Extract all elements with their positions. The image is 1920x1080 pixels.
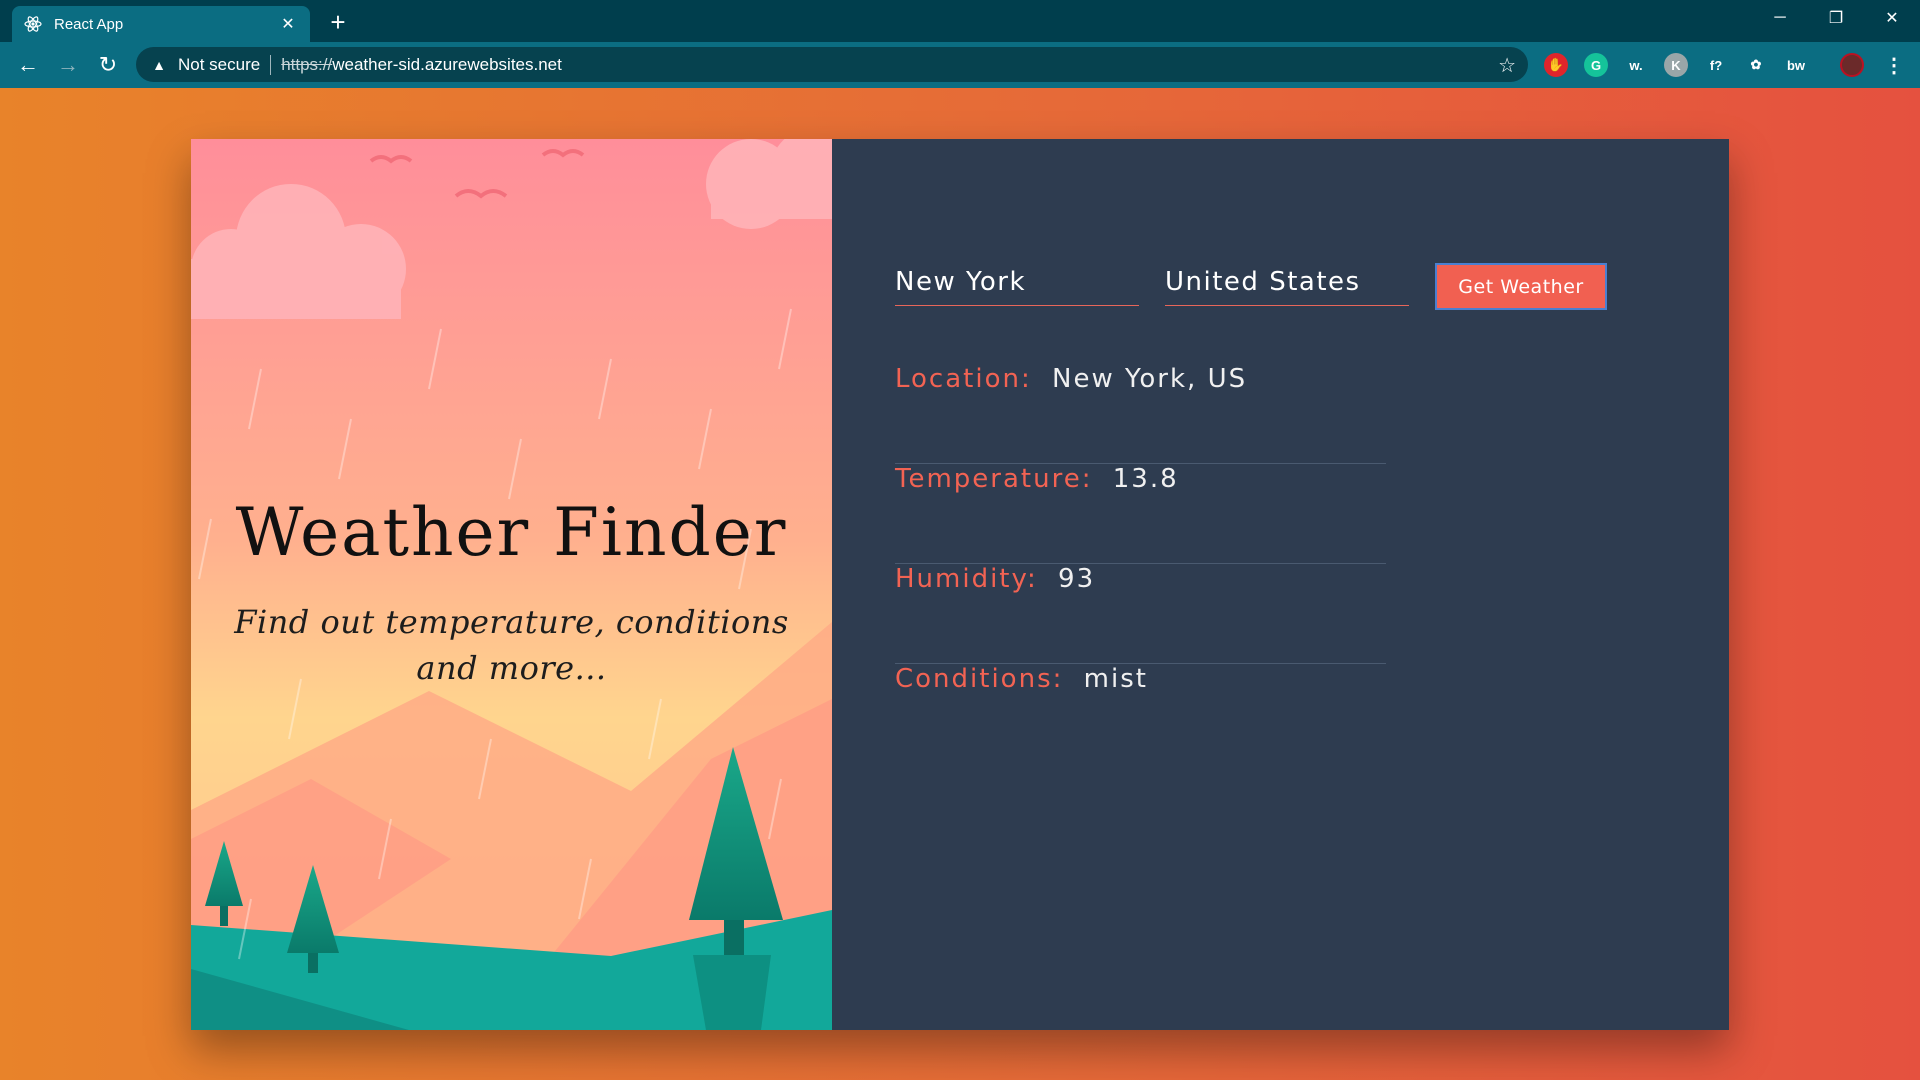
weather-card: Weather Finder Find out temperature, con… bbox=[191, 139, 1729, 1030]
cloud-icon bbox=[706, 139, 832, 229]
location-row: Location: New York, US bbox=[895, 364, 1386, 464]
react-logo-icon bbox=[24, 15, 42, 33]
extension-k-icon[interactable]: K bbox=[1664, 53, 1688, 77]
conditions-label: Conditions: bbox=[895, 664, 1064, 694]
back-arrow-icon[interactable]: ← bbox=[12, 49, 44, 81]
hero-text: Weather Finder Find out temperature, con… bbox=[191, 494, 832, 691]
wordtune-icon[interactable]: w. bbox=[1624, 53, 1648, 77]
temperature-row: Temperature: 13.8 bbox=[895, 464, 1386, 564]
form-panel: Get Weather Location: New York, US Tempe… bbox=[832, 139, 1729, 1030]
bw-icon[interactable]: bw bbox=[1784, 53, 1808, 77]
location-label: Location: bbox=[895, 364, 1032, 394]
avatar[interactable] bbox=[1840, 53, 1864, 77]
close-tab-icon[interactable]: ✕ bbox=[278, 14, 298, 34]
page-background: Weather Finder Find out temperature, con… bbox=[0, 88, 1920, 1080]
temperature-value: 13.8 bbox=[1112, 464, 1179, 494]
page-subtitle: Find out temperature, conditions and mor… bbox=[234, 603, 789, 687]
conditions-value: mist bbox=[1083, 664, 1148, 694]
temperature-label: Temperature: bbox=[895, 464, 1093, 494]
new-tab-icon[interactable]: + bbox=[324, 7, 352, 37]
minimize-icon[interactable]: ─ bbox=[1752, 0, 1808, 36]
tab-title: React App bbox=[54, 15, 124, 33]
forward-arrow-icon[interactable]: → bbox=[52, 49, 84, 81]
bookmark-star-icon[interactable]: ☆ bbox=[1498, 53, 1516, 78]
divider bbox=[270, 54, 272, 75]
close-window-icon[interactable]: ✕ bbox=[1864, 0, 1920, 36]
warning-icon: ▲ bbox=[152, 56, 166, 73]
reload-icon[interactable]: ↻ bbox=[92, 49, 124, 81]
city-input[interactable] bbox=[895, 260, 1139, 304]
humidity-row: Humidity: 93 bbox=[895, 564, 1386, 664]
country-field bbox=[1165, 260, 1409, 306]
url-text: https://weather-sid.azurewebsites.net bbox=[281, 54, 562, 74]
humidity-value: 93 bbox=[1058, 564, 1096, 594]
restore-icon[interactable]: ❐ bbox=[1808, 0, 1864, 36]
adblock-icon[interactable]: ✋ bbox=[1544, 53, 1568, 77]
security-status: Not secure bbox=[178, 54, 261, 74]
get-weather-button[interactable]: Get Weather bbox=[1435, 263, 1607, 310]
browser-tabbar: React App ✕ + ─ ❐ ✕ bbox=[0, 0, 1920, 42]
country-input[interactable] bbox=[1165, 260, 1409, 304]
hero-panel: Weather Finder Find out temperature, con… bbox=[191, 139, 832, 1030]
address-bar[interactable]: ▲ Not secure https://weather-sid.azurewe… bbox=[136, 47, 1528, 82]
function-icon[interactable]: f? bbox=[1704, 53, 1728, 77]
humidity-label: Humidity: bbox=[895, 564, 1038, 594]
color-picker-icon[interactable]: ✿ bbox=[1744, 53, 1768, 77]
menu-kebab-icon[interactable]: ⋮ bbox=[1882, 53, 1906, 77]
location-value: New York, US bbox=[1052, 364, 1248, 394]
window-controls: ─ ❐ ✕ bbox=[1752, 0, 1920, 36]
browser-toolbar: ← → ↻ ▲ Not secure https://weather-sid.a… bbox=[0, 42, 1920, 88]
conditions-row: Conditions: mist bbox=[895, 664, 1386, 764]
page-title: Weather Finder bbox=[235, 494, 788, 571]
browser-tab[interactable]: React App ✕ bbox=[12, 6, 310, 42]
grammarly-icon[interactable]: G bbox=[1584, 53, 1608, 77]
city-field bbox=[895, 260, 1139, 306]
